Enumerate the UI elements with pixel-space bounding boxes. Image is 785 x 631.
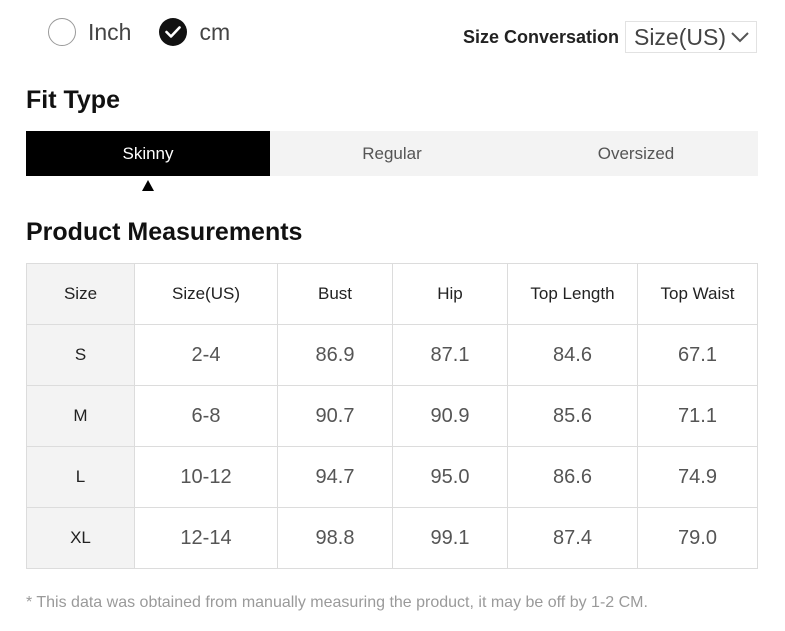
size-cell: XL <box>26 507 135 569</box>
table-cell: 71.1 <box>637 385 758 447</box>
table-cell: 74.9 <box>637 446 758 508</box>
table-cell: 98.8 <box>277 507 393 569</box>
table-row: L 10-12 94.7 95.0 86.6 74.9 <box>26 446 758 508</box>
tab-oversized[interactable]: Oversized <box>514 131 758 176</box>
size-cell: M <box>26 385 135 447</box>
table-cell: 67.1 <box>637 324 758 386</box>
column-header: Size(US) <box>134 263 278 325</box>
size-cell: L <box>26 446 135 508</box>
table-cell: 84.6 <box>507 324 638 386</box>
tab-skinny[interactable]: Skinny <box>26 131 270 176</box>
table-cell: 2-4 <box>134 324 278 386</box>
tab-regular[interactable]: Regular <box>270 131 514 176</box>
table-row: S 2-4 86.9 87.1 84.6 67.1 <box>26 324 758 386</box>
fit-type-tabs: Skinny Regular Oversized <box>26 131 758 176</box>
table-cell: 79.0 <box>637 507 758 569</box>
column-header: Hip <box>392 263 508 325</box>
table-cell: 86.6 <box>507 446 638 508</box>
triangle-up-icon <box>142 180 154 191</box>
size-conversion: Size Conversation Size(US) <box>463 21 757 53</box>
table-cell: 87.4 <box>507 507 638 569</box>
radio-unchecked-icon[interactable] <box>48 18 76 46</box>
size-conversion-value: Size(US) <box>633 23 726 50</box>
unit-option-cm[interactable]: cm <box>159 18 230 46</box>
table-cell: 94.7 <box>277 446 393 508</box>
column-header: Top Length <box>507 263 638 325</box>
size-cell: S <box>26 324 135 386</box>
table-cell: 90.9 <box>392 385 508 447</box>
column-header: Bust <box>277 263 393 325</box>
measurements-heading: Product Measurements <box>26 218 303 246</box>
table-cell: 86.9 <box>277 324 393 386</box>
table-cell: 90.7 <box>277 385 393 447</box>
table-cell: 87.1 <box>392 324 508 386</box>
table-cell: 85.6 <box>507 385 638 447</box>
size-conversion-label: Size Conversation <box>462 26 619 47</box>
table-row: M 6-8 90.7 90.9 85.6 71.1 <box>26 385 758 447</box>
checkmark-icon[interactable] <box>159 18 188 46</box>
table-cell: 12-14 <box>134 507 278 569</box>
unit-option-inch[interactable]: Inch <box>48 18 131 46</box>
size-conversion-select[interactable]: Size(US) <box>624 21 757 53</box>
column-header: Size <box>26 263 135 325</box>
unit-toggle: Inch cm <box>48 16 258 48</box>
table-cell: 99.1 <box>392 507 508 569</box>
measurement-disclaimer: * This data was obtained from manually m… <box>26 594 648 611</box>
table-cell: 6-8 <box>134 385 278 447</box>
column-header: Top Waist <box>637 263 758 325</box>
unit-label-inch: Inch <box>88 18 132 45</box>
unit-label-cm: cm <box>199 18 231 45</box>
table-header-row: Size Size(US) Bust Hip Top Length Top Wa… <box>26 263 758 325</box>
table-cell: 10-12 <box>134 446 278 508</box>
chevron-down-icon <box>731 32 749 43</box>
table-row: XL 12-14 98.8 99.1 87.4 79.0 <box>26 507 758 569</box>
measurements-table: Size Size(US) Bust Hip Top Length Top Wa… <box>26 263 758 569</box>
fit-type-heading: Fit Type <box>26 86 120 114</box>
table-cell: 95.0 <box>392 446 508 508</box>
